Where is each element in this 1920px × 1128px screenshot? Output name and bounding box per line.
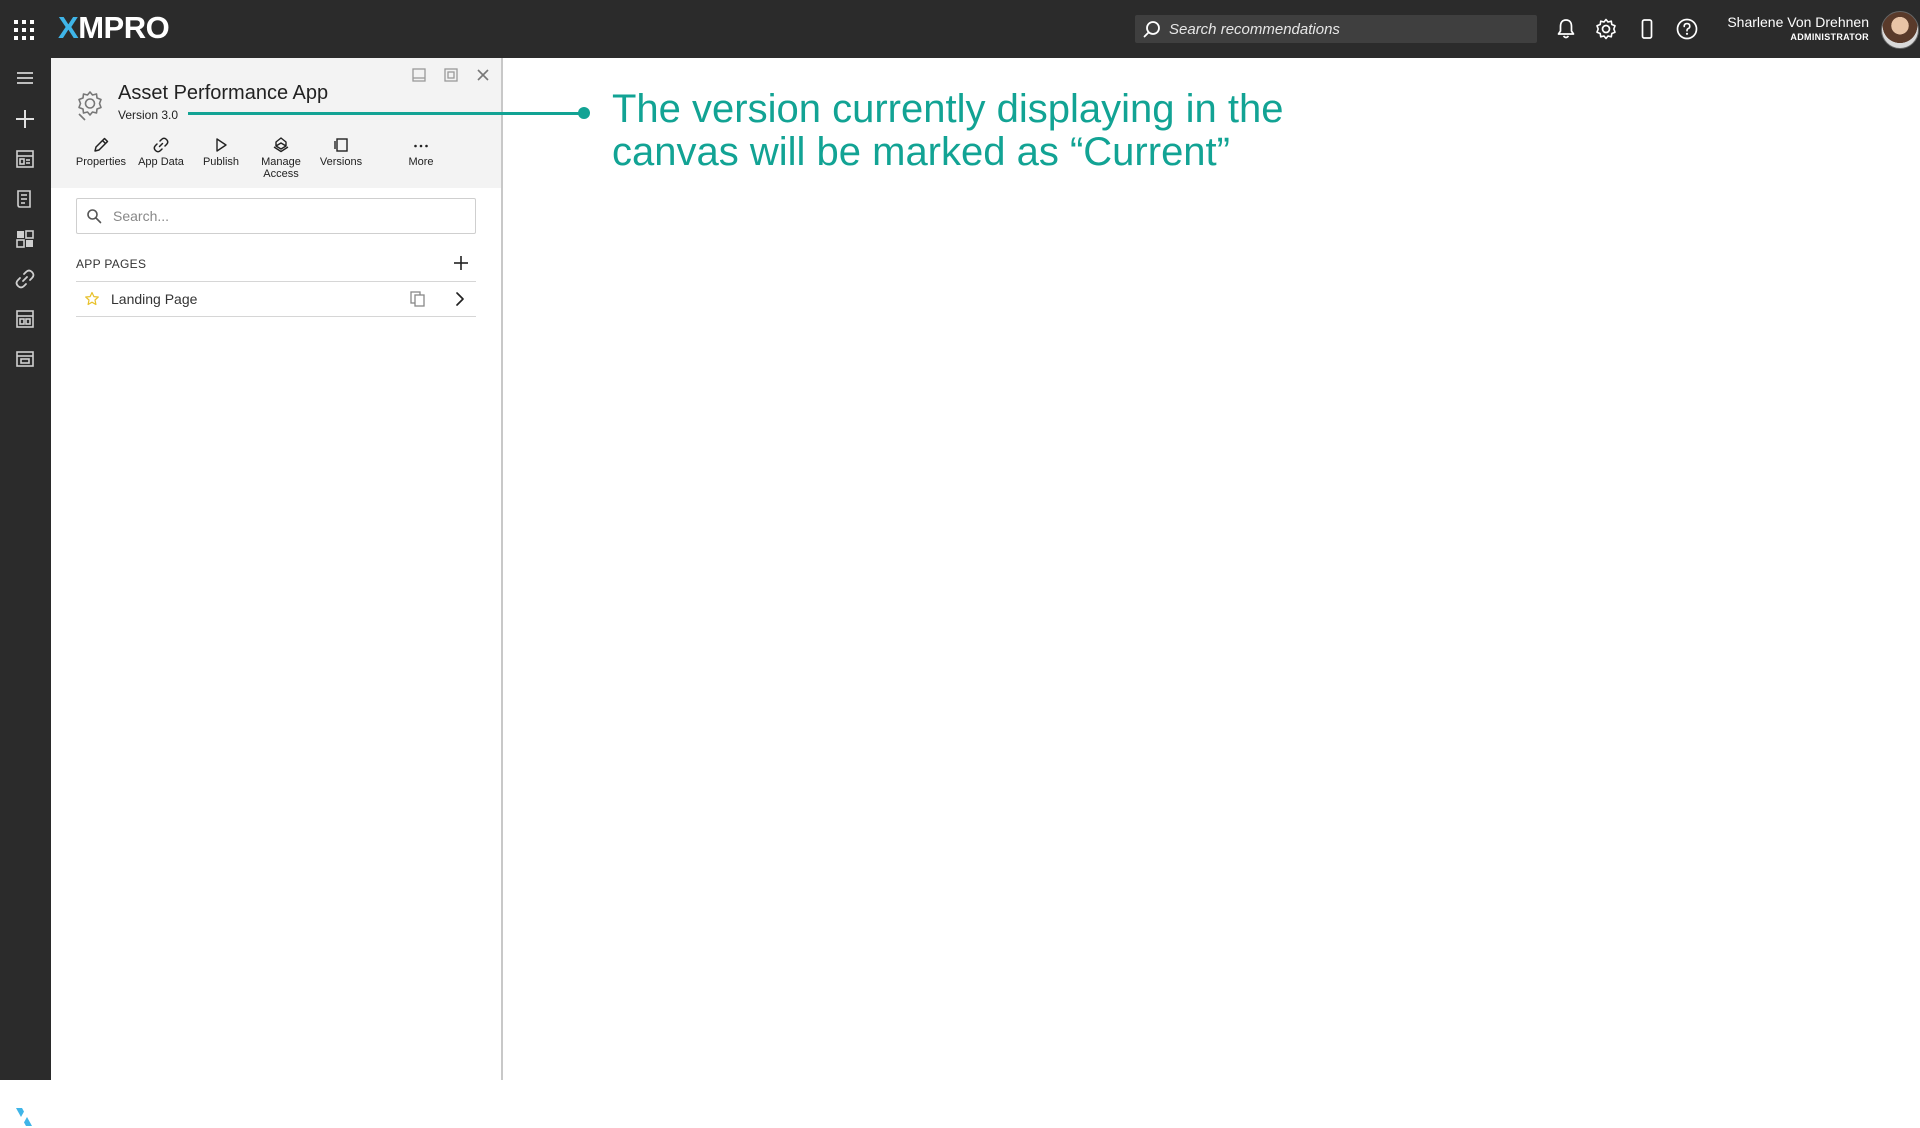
panel-header: Asset Performance App Version 3.0 Proper…: [51, 58, 501, 188]
dashboard-icon[interactable]: [13, 227, 37, 251]
pencil-icon: [94, 137, 109, 152]
left-rail: [0, 58, 51, 1126]
callout-text: The version currently displaying in the …: [612, 87, 1284, 174]
mobile-device-icon[interactable]: [1634, 16, 1660, 42]
page-label: Landing Page: [111, 291, 198, 307]
add-page-icon[interactable]: [452, 254, 470, 272]
xmpro-logo[interactable]: XMPRO: [58, 10, 170, 46]
minimize-icon[interactable]: [410, 66, 428, 84]
more-label: More: [408, 156, 434, 168]
app-builder-icon[interactable]: [13, 147, 37, 171]
star-icon[interactable]: [84, 291, 100, 307]
app-settings-icon: [78, 91, 102, 121]
app-version: Version 3.0: [118, 108, 179, 122]
recommendation-search[interactable]: Search recommendations: [1135, 15, 1537, 43]
search-placeholder: Search recommendations: [1169, 21, 1340, 38]
data-stream-icon[interactable]: [13, 187, 37, 211]
logo-x: X: [58, 10, 79, 45]
row-divider: [76, 316, 476, 317]
app-panel: Asset Performance App Version 3.0 Proper…: [51, 58, 503, 1080]
publish-button[interactable]: Publish: [191, 136, 251, 168]
play-icon: [216, 138, 227, 152]
app-data-button[interactable]: App Data: [131, 136, 191, 168]
page-list-item[interactable]: Landing Page: [76, 283, 476, 316]
xmpro-logo-icon[interactable]: [13, 1106, 35, 1128]
menu-icon[interactable]: [13, 66, 37, 90]
search-icon: [1143, 21, 1160, 38]
top-bar: XMPRO Search recommendations Sharlene Vo…: [0, 0, 1920, 58]
logo-text: MPRO: [78, 10, 170, 45]
app-pages-heading: APP PAGES: [76, 257, 147, 271]
recommendation-icon[interactable]: [13, 307, 37, 331]
versions-button[interactable]: Versions: [311, 136, 371, 168]
apps-grid-icon[interactable]: [13, 19, 35, 41]
gear-icon[interactable]: [1593, 16, 1619, 42]
page-search-input[interactable]: [111, 204, 465, 228]
properties-label: Properties: [75, 156, 127, 168]
link-icon: [153, 137, 169, 153]
view-icon[interactable]: [13, 347, 37, 371]
versions-icon: [334, 138, 348, 152]
chevron-right-icon[interactable]: [451, 290, 469, 308]
bell-icon[interactable]: [1553, 16, 1579, 42]
link-icon[interactable]: [13, 267, 37, 291]
user-role: ADMINISTRATOR: [1790, 32, 1869, 42]
plus-icon[interactable]: [13, 107, 37, 131]
avatar[interactable]: [1881, 11, 1919, 49]
access-icon: [273, 137, 289, 153]
user-name[interactable]: Sharlene Von Drehnen: [1727, 14, 1869, 30]
versions-label: Versions: [319, 156, 363, 168]
search-icon: [87, 209, 102, 224]
close-icon[interactable]: [474, 66, 492, 84]
page-search-field[interactable]: [76, 198, 476, 234]
ellipsis-icon: [414, 144, 428, 148]
properties-button[interactable]: Properties: [71, 136, 131, 168]
app-title: Asset Performance App: [118, 82, 329, 104]
help-icon[interactable]: [1674, 16, 1700, 42]
copy-icon[interactable]: [409, 290, 427, 308]
callout-dot: [578, 107, 590, 119]
maximize-icon[interactable]: [442, 66, 460, 84]
section-divider: [76, 281, 476, 282]
app-data-label: App Data: [138, 156, 184, 168]
more-button[interactable]: More: [391, 136, 451, 168]
publish-label: Publish: [202, 156, 240, 168]
manage-access-label: Manage Access: [261, 156, 301, 180]
callout-line: [188, 112, 585, 115]
manage-access-button[interactable]: Manage Access: [251, 136, 311, 180]
